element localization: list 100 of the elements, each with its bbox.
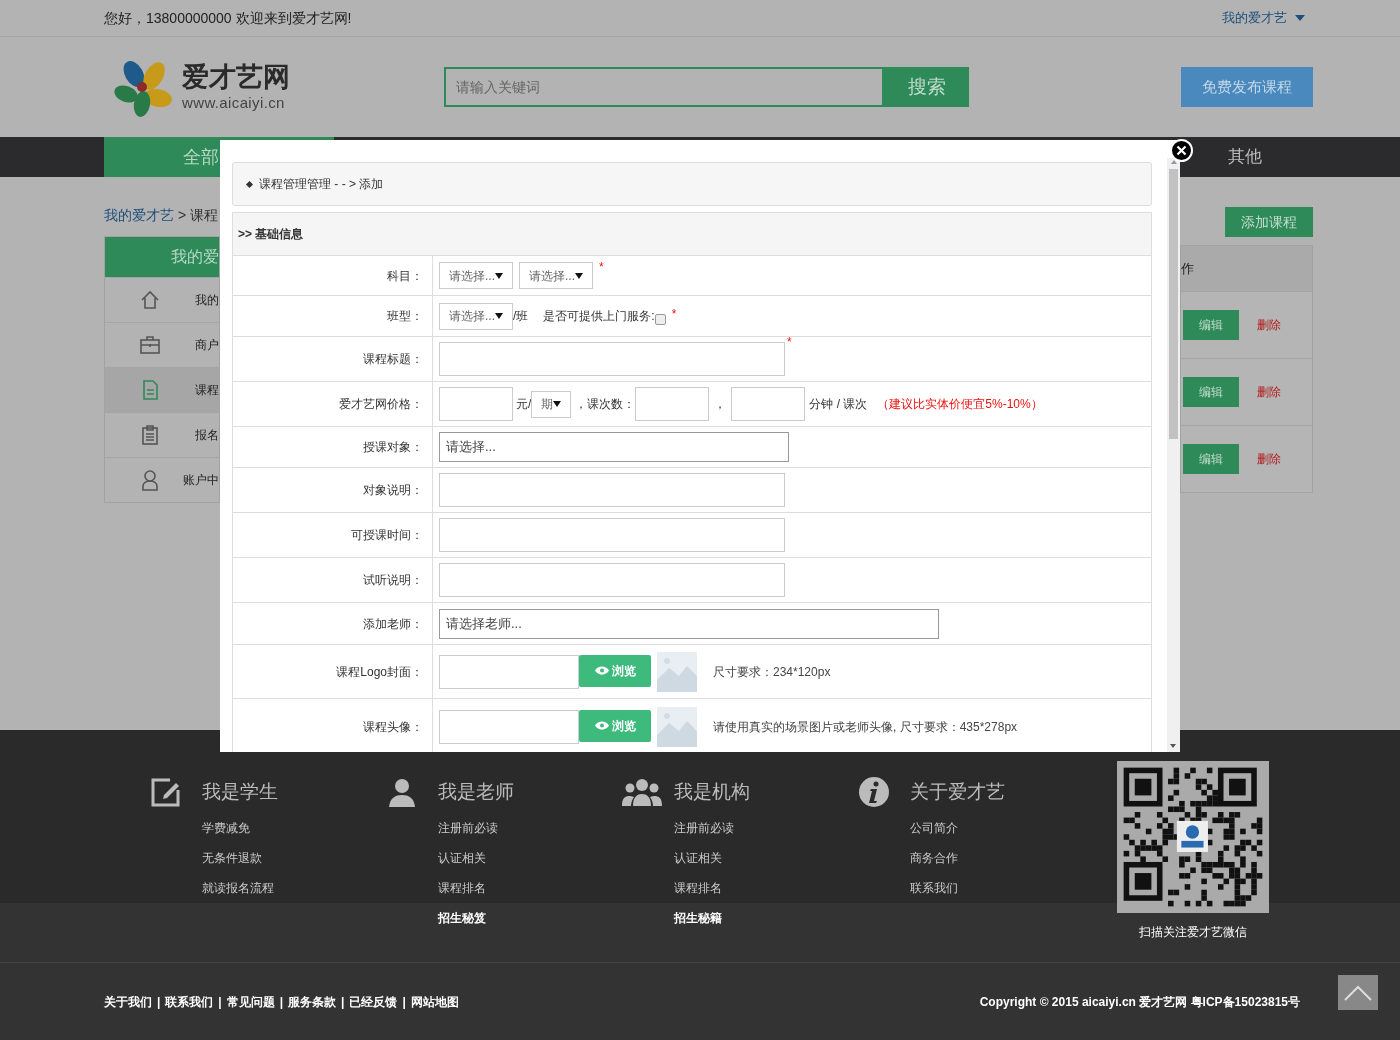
footer-bottom-link[interactable]: 关于我们 (104, 992, 152, 1011)
field-label: 课程头像： (363, 718, 423, 736)
sidebar-item[interactable]: 报名 (105, 412, 219, 457)
text-field[interactable] (439, 563, 785, 597)
footer-bottom-link[interactable]: 网站地图 (410, 992, 459, 1011)
copyright-text: Copyright © 2015 aicaiyi.cn 爱才艺网 粤ICP备15023815号 (979, 993, 1300, 1011)
footer-heading: 我是机构 (674, 779, 750, 804)
footer-link[interactable]: 招生秘籍 (674, 903, 858, 933)
comma-text: ， (714, 396, 727, 413)
select-field[interactable]: 请选择... (439, 302, 513, 330)
qr-caption: 扫描关注爱才艺微信 (1139, 924, 1247, 941)
briefcase-icon (139, 334, 161, 356)
field-label: 对象说明： (363, 482, 423, 499)
field-label: 添加老师： (363, 615, 423, 633)
field-label: 授课对象： (363, 439, 423, 456)
nav-tab[interactable]: 其他 (1212, 137, 1278, 177)
service-checkbox[interactable] (654, 313, 666, 325)
footer-heading: 我是老师 (438, 779, 514, 804)
person-icon (386, 776, 418, 808)
caret-icon (495, 272, 503, 279)
footer-bottom-link[interactable]: 已经反馈 (349, 992, 398, 1011)
select-field[interactable]: 请选择... (519, 262, 594, 289)
required-mark: * (599, 259, 604, 276)
field-label: 班型： (387, 308, 423, 325)
house-icon (139, 289, 161, 311)
caret-icon (575, 272, 584, 279)
footer-link[interactable]: 课程排名 (674, 873, 858, 903)
select-field[interactable]: 期 (531, 390, 572, 418)
logo-name: 爱才艺网 (182, 64, 290, 91)
required-mark: * (787, 334, 792, 351)
search-field[interactable]: 请输入关键词 (444, 67, 884, 107)
greeting-text: 您好，13800000000 欢迎来到爱才艺网! (104, 8, 352, 28)
image-placeholder-icon (657, 651, 697, 692)
select-field[interactable]: 请选择... (439, 262, 513, 289)
footer-bottom-link[interactable]: 服务条款 (288, 992, 337, 1011)
text-field[interactable] (439, 342, 785, 376)
file-field[interactable] (439, 709, 579, 744)
footer-link[interactable]: 公司简介 (910, 813, 1094, 843)
footer-link[interactable]: 招生秘笈 (438, 903, 622, 933)
clipboard-icon (139, 424, 161, 446)
footer-link[interactable]: 商务合作 (910, 843, 1094, 873)
footer-heading: 关于爱才艺 (910, 779, 1005, 804)
field-label: 科目： (387, 267, 423, 285)
sidebar-item[interactable]: 我的 (105, 277, 219, 322)
field-label: 可授课时间： (351, 527, 423, 544)
minutes-field[interactable] (731, 387, 806, 421)
footer-bottom-link[interactable]: 常见问题 (226, 992, 275, 1011)
account-menu[interactable]: 我的爱才艺 (1222, 8, 1305, 28)
unit-text: /班 (513, 308, 529, 325)
breadcrumb-link[interactable]: 我的爱才艺 (104, 204, 174, 226)
person-icon (139, 469, 161, 491)
sessions-field[interactable] (635, 387, 710, 421)
column-header: 作 (1181, 259, 1194, 278)
footer-link[interactable]: 无条件退款 (202, 843, 386, 873)
caret-icon (495, 313, 503, 319)
required-mark: * (671, 306, 677, 323)
eye-icon (594, 666, 609, 675)
eye-icon (594, 721, 609, 730)
logo[interactable]: 爱才艺网 www.aicaiyi.cn (112, 56, 444, 118)
sessions-label: ，课次数： (575, 396, 636, 413)
separator-text: | (218, 993, 222, 1011)
modal-breadcrumb: 课程管理管理 - - > 添加 (259, 176, 384, 193)
text-field[interactable] (439, 473, 785, 507)
footer-link[interactable]: 课程排名 (438, 873, 622, 903)
field-label: 试听说明： (363, 572, 423, 589)
footer-link[interactable]: 认证相关 (674, 843, 858, 873)
caret-icon (1295, 15, 1305, 21)
size-note: 请使用真实的场景图片或老师头像, 尺寸要求：435*278px (713, 718, 1018, 736)
logo-url: www.aicaiyi.cn (182, 95, 286, 110)
chevron-up-icon (1344, 984, 1372, 1001)
separator-text: | (279, 993, 284, 1011)
footer-link[interactable]: 联系我们 (910, 873, 1094, 903)
breadcrumb-text: > 课程 (178, 205, 219, 225)
file-field[interactable] (439, 654, 579, 689)
footer-link[interactable]: 注册前必读 (674, 813, 858, 843)
minutes-label: 分钟 / 课次 (809, 396, 868, 413)
footer-heading: 我是学生 (202, 779, 278, 804)
group-icon (622, 778, 662, 806)
image-placeholder-icon (657, 706, 697, 747)
separator-text: | (341, 993, 345, 1011)
footer-link[interactable]: 学费减免 (202, 813, 386, 843)
unit-text: 元/ (516, 396, 532, 413)
footer-link[interactable]: 认证相关 (438, 843, 622, 873)
footer-link[interactable]: 就读报名流程 (202, 873, 386, 903)
sidebar-item[interactable]: 账户中 (105, 457, 219, 502)
close-icon (1176, 145, 1187, 156)
price-field[interactable] (439, 387, 513, 421)
caret-icon (553, 401, 562, 407)
info-icon (858, 776, 890, 808)
sidebar-item[interactable]: 课程 (105, 367, 219, 412)
section-title: >> 基础信息 (238, 226, 304, 243)
size-note: 尺寸要求：234*120px (713, 663, 831, 681)
footer-link[interactable]: 注册前必读 (438, 813, 622, 843)
text-field[interactable] (439, 518, 785, 552)
picker-field[interactable]: 请选择老师... (439, 608, 939, 639)
separator-text: | (157, 993, 161, 1011)
footer-bottom-link[interactable]: 联系我们 (165, 992, 214, 1011)
field-label: 爱才艺网价格： (339, 396, 423, 413)
picker-field[interactable]: 请选择... (439, 432, 789, 462)
back-to-top-button[interactable] (1338, 975, 1378, 1010)
